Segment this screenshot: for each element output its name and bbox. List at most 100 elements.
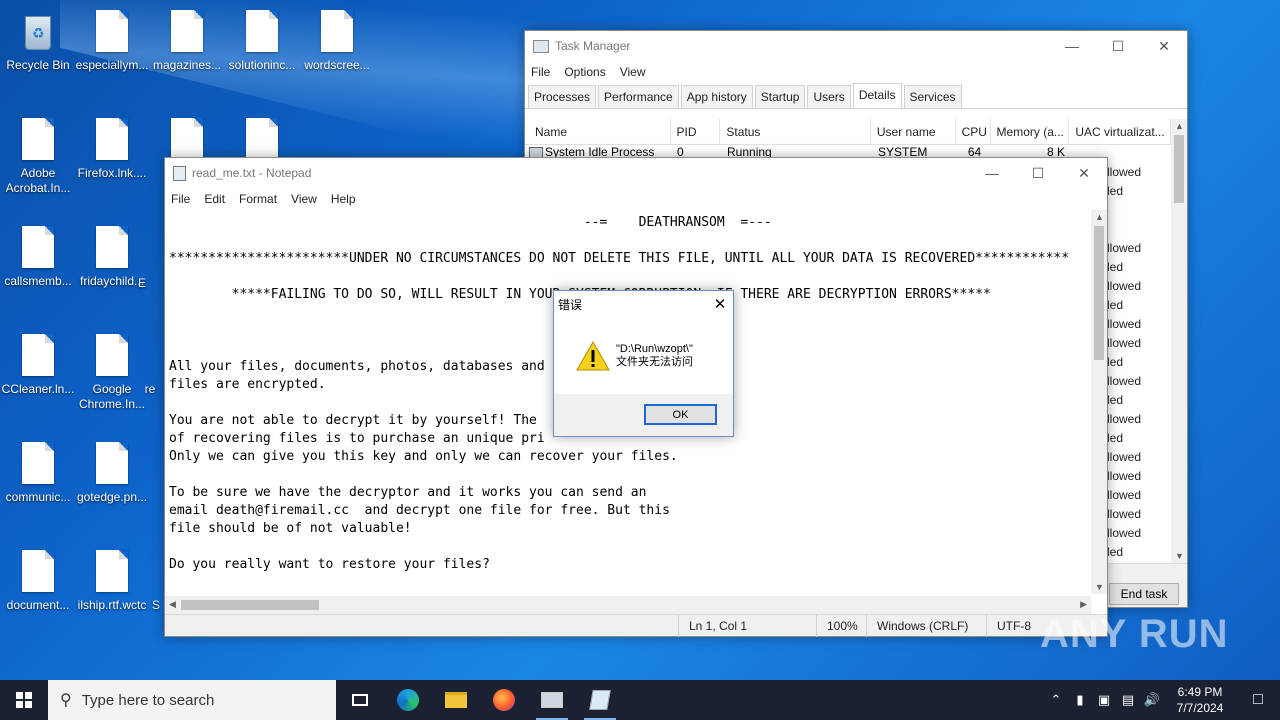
desktop-icon-file[interactable]: document... — [0, 550, 76, 613]
uac-cell: llowed — [1107, 469, 1142, 483]
document-icon — [96, 442, 128, 484]
desktop-icon-file[interactable]: wordscree... — [299, 10, 375, 73]
status-line-ending: Windows (CRLF) — [866, 615, 986, 637]
desktop-icon-file[interactable]: communic... — [0, 442, 76, 505]
taskbar-notepad[interactable] — [576, 680, 624, 720]
tab-startup[interactable]: Startup — [754, 85, 806, 108]
desktop-icon-file[interactable]: solutioninc... — [224, 10, 300, 73]
start-button[interactable] — [0, 680, 48, 720]
notepad-vertical-scrollbar[interactable]: ▲ ▼ — [1091, 210, 1107, 594]
notepad-menubar: File Edit Format View Help — [165, 188, 1107, 210]
edge-icon — [397, 689, 419, 711]
scroll-left-arrow[interactable]: ◀ — [169, 599, 176, 610]
task-manager-menubar: File Options View — [525, 61, 1187, 83]
tab-services[interactable]: Services — [903, 85, 962, 108]
desktop-icon-file[interactable]: magazines... — [149, 10, 225, 73]
uac-cell — [1107, 201, 1167, 220]
scrollbar-thumb[interactable] — [1094, 226, 1104, 360]
scroll-down-arrow[interactable]: ▼ — [1175, 551, 1184, 561]
desktop-icon-partial[interactable]: re — [138, 382, 162, 397]
task-manager-tabs: Processes Performance App history Startu… — [525, 83, 1187, 109]
desktop-icon-file[interactable]: especiallym... — [74, 10, 150, 73]
document-icon — [96, 334, 128, 376]
column-cpu[interactable]: CPU — [956, 119, 991, 144]
document-icon — [22, 550, 54, 592]
task-manager-titlebar[interactable]: Task Manager — ☐ ✕ — [525, 31, 1187, 61]
desktop-icon-partial[interactable]: S — [146, 598, 166, 613]
scrollbar-thumb[interactable] — [1174, 135, 1184, 203]
column-uac-virtualization[interactable]: UAC virtualizat... — [1069, 119, 1171, 144]
taskbar-firefox[interactable] — [480, 680, 528, 720]
document-icon — [321, 10, 353, 52]
menu-options[interactable]: Options — [564, 65, 605, 79]
tab-app-history[interactable]: App history — [680, 85, 753, 108]
menu-view[interactable]: View — [291, 192, 317, 206]
battery-icon[interactable]: ▮ — [1068, 692, 1092, 708]
column-user-name[interactable]: User name — [871, 119, 956, 144]
notepad-titlebar[interactable]: read_me.txt - Notepad — ☐ ✕ — [165, 158, 1107, 188]
desktop-icon-file[interactable]: ilship.rtf.wctc — [74, 550, 150, 613]
notification-icon[interactable]: □ — [1236, 691, 1280, 709]
document-icon — [22, 226, 54, 268]
volume-icon[interactable]: 🔊 — [1140, 692, 1164, 708]
notepad-icon — [173, 165, 186, 181]
device-icon[interactable]: ▣ — [1092, 692, 1116, 708]
ok-button[interactable]: OK — [644, 404, 717, 425]
column-status[interactable]: Status — [720, 119, 871, 144]
desktop-icon-file[interactable]: Google Chrome.In... — [74, 334, 150, 412]
desktop-icon-file[interactable]: Firefox.lnk.... — [74, 118, 150, 181]
uac-cell: led — [1107, 298, 1124, 312]
tab-performance[interactable]: Performance — [598, 85, 679, 108]
minimize-button[interactable]: — — [1049, 31, 1095, 61]
desktop-icon-file[interactable]: gotedge.pn... — [74, 442, 150, 505]
desktop-icon-file[interactable]: CCleaner.ln... — [0, 334, 76, 397]
task-view-button[interactable] — [336, 680, 384, 720]
notepad-horizontal-scrollbar[interactable]: ◀ ▶ — [165, 596, 1091, 614]
end-task-button[interactable]: End task — [1109, 583, 1179, 605]
scrollbar-thumb[interactable] — [181, 600, 319, 610]
column-memory[interactable]: Memory (a... — [991, 119, 1070, 144]
desktop-icon-file[interactable]: callsmemb... — [0, 226, 76, 289]
column-name[interactable]: Name — [525, 119, 671, 144]
scroll-up-arrow[interactable]: ▲ — [1095, 212, 1104, 222]
windows-logo-icon — [16, 692, 32, 708]
status-cursor-position: Ln 1, Col 1 — [678, 615, 816, 637]
menu-file[interactable]: File — [531, 65, 550, 79]
network-icon[interactable]: ▤ — [1116, 692, 1140, 708]
close-button[interactable]: ✕ — [1141, 31, 1187, 61]
notepad-icon — [589, 690, 611, 710]
taskbar-search-box[interactable]: ⚲ Type here to search — [48, 680, 336, 720]
dialog-titlebar[interactable]: 错误 ✕ — [554, 291, 733, 317]
taskbar-file-explorer[interactable] — [432, 680, 480, 720]
desktop-icon-file[interactable]: Adobe Acrobat.In... — [0, 118, 76, 196]
maximize-button[interactable]: ☐ — [1095, 31, 1141, 61]
close-icon[interactable]: ✕ — [707, 295, 733, 313]
menu-view[interactable]: View — [620, 65, 646, 79]
maximize-button[interactable]: ☐ — [1015, 158, 1061, 188]
menu-edit[interactable]: Edit — [204, 192, 225, 206]
taskbar-clock[interactable]: 6:49 PM 7/7/2024 — [1164, 684, 1236, 716]
uac-cell: llowed — [1107, 450, 1142, 464]
details-vertical-scrollbar[interactable]: ▲ ▼ — [1171, 119, 1187, 563]
desktop-icon-partial[interactable]: E — [122, 272, 162, 291]
tab-processes[interactable]: Processes — [528, 85, 597, 108]
menu-file[interactable]: File — [171, 192, 190, 206]
chevron-up-icon[interactable]: ⌃ — [1044, 692, 1068, 708]
taskbar-edge[interactable] — [384, 680, 432, 720]
scroll-up-arrow[interactable]: ▲ — [1175, 121, 1184, 131]
taskbar-task-manager[interactable] — [528, 680, 576, 720]
tab-details[interactable]: Details — [852, 83, 902, 108]
details-column-headers: Name PID Status User name CPU Memory (a.… — [525, 119, 1171, 145]
error-dialog: 错误 ✕ "D:\Run\wzopt\" 文件夹无法访问 OK — [553, 290, 734, 437]
scroll-down-arrow[interactable]: ▼ — [1095, 582, 1104, 592]
status-zoom: 100% — [816, 615, 866, 637]
document-icon — [171, 118, 203, 160]
column-pid[interactable]: PID — [671, 119, 721, 144]
close-button[interactable]: ✕ — [1061, 158, 1107, 188]
scroll-right-arrow[interactable]: ▶ — [1080, 599, 1087, 610]
minimize-button[interactable]: — — [969, 158, 1015, 188]
menu-help[interactable]: Help — [331, 192, 356, 206]
desktop-icon-recycle-bin[interactable]: Recycle Bin — [0, 10, 76, 73]
menu-format[interactable]: Format — [239, 192, 277, 206]
tab-users[interactable]: Users — [807, 85, 851, 108]
